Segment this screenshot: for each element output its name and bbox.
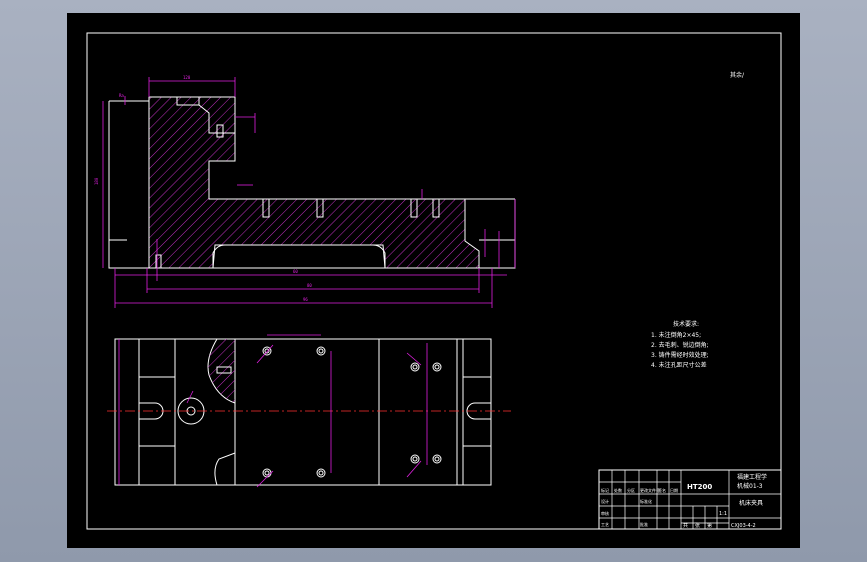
roughness-note-text: 其余/ [730, 71, 745, 79]
tech-req-item-1: 1. 未注倒角2×45; [651, 331, 701, 339]
cad-drawing: 120 180 60 80 96 Ra 其余/ 技术要求: 1. 未注倒角2×4… [86, 32, 782, 530]
tech-req-item-2: 2. 去毛刺、锐边倒角; [651, 341, 709, 349]
company-line-2: 机械01-3 [737, 482, 763, 490]
svg-text:80: 80 [307, 283, 312, 288]
sheet-cell-1: 共 [683, 522, 688, 529]
role-label-3: 审核 [601, 510, 609, 516]
svg-text:96: 96 [303, 297, 308, 302]
role-label-5: 批准 [640, 521, 648, 527]
part-name: 机床夹具 [739, 499, 763, 507]
svg-text:Ra: Ra [119, 93, 124, 98]
role-label-1: 设计 [601, 498, 609, 504]
pocket-outline [212, 244, 386, 268]
technical-requirements: 技术要求: 1. 未注倒角2×45; 2. 去毛刺、锐边倒角; 3. 铸件需经时… [651, 320, 709, 369]
role-label-4: 工艺 [601, 522, 609, 527]
sheet-cell-3: 第 [707, 522, 712, 529]
svg-text:60: 60 [293, 269, 298, 274]
rev-label-3: 分区 [627, 487, 635, 493]
plan-outline [114, 338, 492, 486]
plan-bolt-holes [216, 346, 442, 478]
front-section-view: 120 180 60 80 96 Ra [94, 75, 516, 308]
scale-cell: 1:1 [719, 511, 727, 517]
svg-text:120: 120 [183, 75, 191, 80]
rev-label-6: 日期 [670, 487, 678, 493]
tech-req-title: 技术要求: [673, 320, 699, 328]
tech-req-item-3: 3. 铸件需经时效处理; [651, 351, 709, 359]
rev-label-5: 签名 [658, 487, 666, 493]
sheet-cell-2: 张 [695, 522, 700, 529]
company-line-1: 福建工程学 [737, 473, 767, 481]
section-hatch [148, 96, 480, 269]
tech-req-item-4: 4. 未注孔距尺寸公差 [651, 361, 707, 369]
svg-text:180: 180 [94, 177, 99, 185]
material: HT200 [687, 483, 712, 491]
plan-view [107, 334, 511, 488]
roughness-note: 其余/ [730, 71, 745, 79]
role-label-2: 标准化 [640, 498, 652, 504]
drawing-sheet: 120 180 60 80 96 Ra 其余/ 技术要求: 1. 未注倒角2×4… [67, 13, 800, 548]
drawing-number: CXJ03-4-2 [731, 523, 756, 529]
title-block: 标记 处数 分区 更改文件号 签名 日期 设计 标准化 审核 工艺 批准 HT2… [598, 469, 782, 530]
rev-label-4: 更改文件号 [640, 487, 660, 493]
rev-label-1: 标记 [601, 487, 609, 493]
rev-label-2: 处数 [614, 487, 622, 493]
